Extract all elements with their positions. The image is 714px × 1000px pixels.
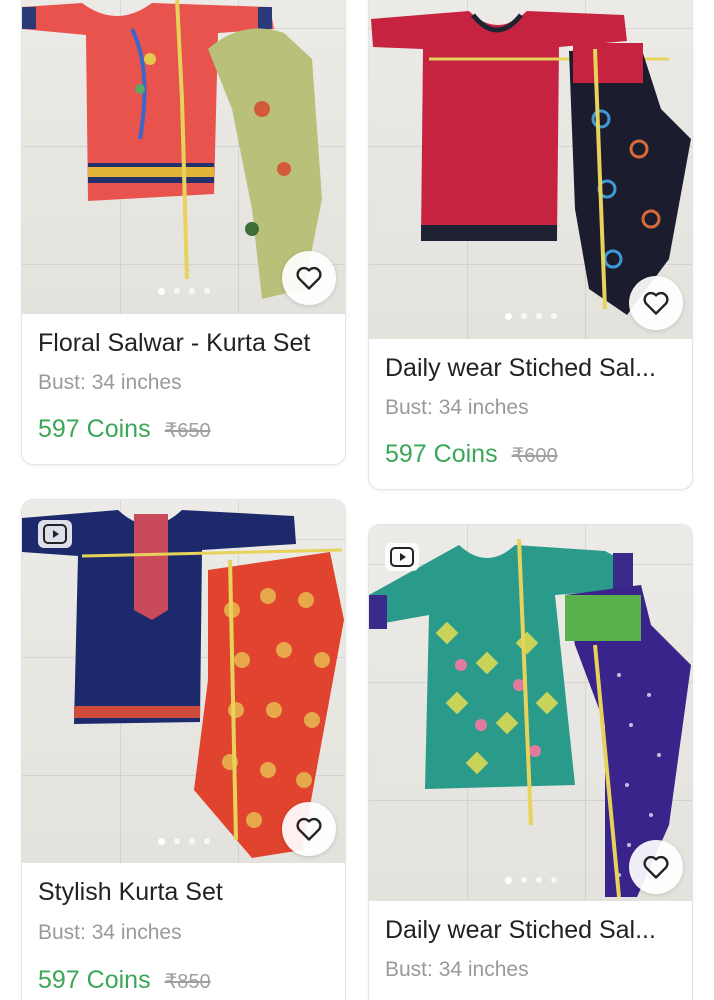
carousel-dot[interactable] <box>188 288 195 294</box>
carousel-dot[interactable] <box>550 313 557 319</box>
video-badge <box>38 520 72 548</box>
product-title[interactable]: Stylish Kurta Set <box>38 878 333 907</box>
carousel-dot[interactable] <box>520 877 527 883</box>
favorite-button[interactable] <box>282 251 336 305</box>
product-size: Bust: 34 inches <box>38 921 182 944</box>
original-price: ₹650 <box>164 420 211 442</box>
price-row: 597 Coins ₹850 <box>38 966 211 995</box>
carousel-dot[interactable] <box>535 313 542 319</box>
product-card[interactable]: Daily wear Stiched Sal... Bust: 34 inche… <box>368 524 693 1000</box>
carousel-dot[interactable] <box>504 877 512 884</box>
price-row: 597 Coins ₹600 <box>385 440 558 469</box>
product-title[interactable]: Floral Salwar - Kurta Set <box>38 329 333 358</box>
video-play-icon <box>43 524 67 544</box>
image-carousel-dots[interactable] <box>157 838 210 845</box>
original-price: ₹600 <box>511 445 558 467</box>
carousel-dot[interactable] <box>157 288 165 295</box>
product-title[interactable]: Daily wear Stiched Sal... <box>385 354 680 383</box>
favorite-button[interactable] <box>629 276 683 330</box>
carousel-dot[interactable] <box>173 838 180 844</box>
product-size: Bust: 34 inches <box>385 396 529 419</box>
image-carousel-dots[interactable] <box>157 288 210 295</box>
product-title[interactable]: Daily wear Stiched Sal... <box>385 916 680 945</box>
product-size: Bust: 34 inches <box>385 958 529 981</box>
image-carousel-dots[interactable] <box>504 877 557 884</box>
favorite-button[interactable] <box>282 802 336 856</box>
heart-outline-icon <box>296 817 322 841</box>
product-card[interactable]: Stylish Kurta Set Bust: 34 inches 597 Co… <box>21 499 346 1000</box>
carousel-dot[interactable] <box>157 838 165 845</box>
carousel-dot[interactable] <box>520 313 527 319</box>
favorite-button[interactable] <box>629 840 683 894</box>
product-card[interactable]: Floral Salwar - Kurta Set Bust: 34 inche… <box>21 0 346 465</box>
heart-outline-icon <box>296 266 322 290</box>
carousel-dot[interactable] <box>188 838 195 844</box>
carousel-dot[interactable] <box>550 877 557 883</box>
carousel-dot[interactable] <box>504 313 512 320</box>
carousel-dot[interactable] <box>535 877 542 883</box>
carousel-dot[interactable] <box>173 288 180 294</box>
heart-outline-icon <box>643 291 669 315</box>
price-row: 597 Coins ₹650 <box>38 415 211 444</box>
original-price: ₹850 <box>164 971 211 993</box>
carousel-dot[interactable] <box>203 288 210 294</box>
product-card[interactable]: Daily wear Stiched Sal... Bust: 34 inche… <box>368 0 693 490</box>
product-image[interactable] <box>22 500 345 863</box>
product-image[interactable] <box>22 0 345 314</box>
coin-price: 597 Coins <box>38 415 151 443</box>
carousel-dot[interactable] <box>203 838 210 844</box>
product-image[interactable] <box>369 525 692 901</box>
product-size: Bust: 34 inches <box>38 371 182 394</box>
coin-price: 597 Coins <box>38 966 151 994</box>
heart-outline-icon <box>643 855 669 879</box>
image-carousel-dots[interactable] <box>504 313 557 320</box>
product-image[interactable] <box>369 0 692 339</box>
video-badge <box>385 543 419 571</box>
video-play-icon <box>390 547 414 567</box>
coin-price: 597 Coins <box>385 440 498 468</box>
